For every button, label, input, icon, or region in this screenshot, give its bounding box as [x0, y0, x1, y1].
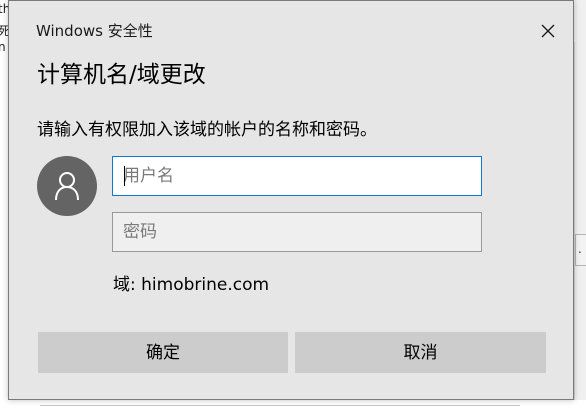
user-icon [55, 172, 79, 201]
background-divider [574, 42, 575, 402]
password-input[interactable] [112, 212, 482, 252]
ok-button[interactable]: 确定 [38, 332, 288, 373]
background-text-fragment: 死 [0, 24, 8, 38]
dialog-heading: 计算机名/域更改 [37, 62, 206, 88]
avatar [37, 156, 97, 216]
background-text-fragment: therm [0, 2, 8, 16]
domain-label: 域: himobrine.com [113, 275, 270, 295]
window-title: Windows 安全性 [36, 22, 153, 40]
background-text-fragment: n [0, 40, 6, 54]
title-bar[interactable]: Windows 安全性 [9, 1, 573, 51]
text-caret [124, 166, 125, 186]
instruction-text: 请输入有权限加入该域的帐户的名称和密码。 [37, 120, 377, 140]
username-input[interactable] [112, 156, 482, 196]
background-window-left: therm 死 n [0, 0, 8, 410]
close-button[interactable] [527, 15, 567, 47]
cancel-button[interactable]: 取消 [295, 332, 546, 373]
close-icon [541, 24, 555, 38]
windows-security-dialog: Windows 安全性 计算机名/域更改 请输入有权限加入该域的帐户的名称和密码… [8, 0, 574, 400]
background-button-fragment: . [575, 234, 586, 266]
background-window-right [574, 0, 586, 410]
background-divider [40, 405, 520, 406]
